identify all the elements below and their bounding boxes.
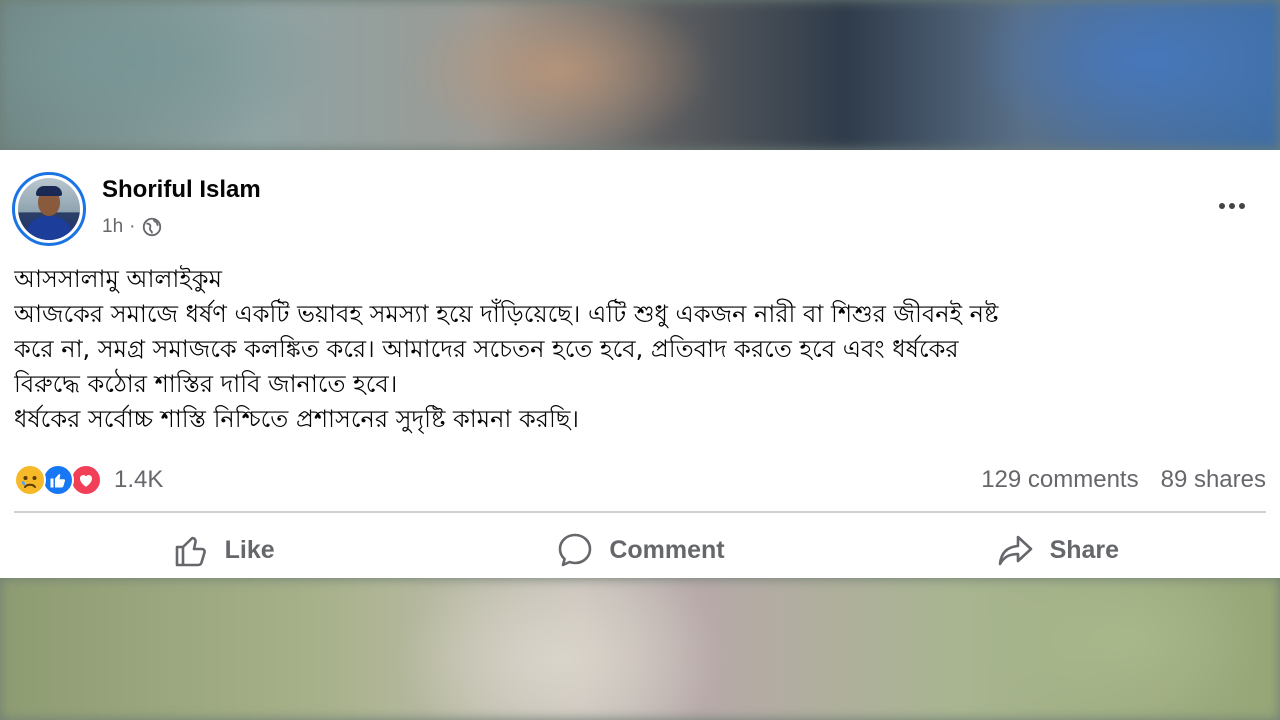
post-text-line: আজকের সমাজে ধর্ষণ একটি ভয়াবহ সমস্যা হয়… xyxy=(14,300,999,328)
like-button[interactable]: Like xyxy=(14,522,431,578)
post-stats: 129 comments 89 shares xyxy=(981,466,1266,494)
author-avatar[interactable] xyxy=(12,172,86,246)
author-name[interactable]: Shoriful Islam xyxy=(102,176,261,204)
post-text-line: করে না, সমগ্র সমাজকে কলঙ্কিত করে। আমাদের… xyxy=(14,335,959,363)
comment-icon xyxy=(559,533,592,567)
reactions-summary[interactable]: 1.4K xyxy=(14,464,163,496)
comment-label: Comment xyxy=(609,535,725,564)
shares-count[interactable]: 89 shares xyxy=(1161,466,1266,494)
love-reaction-icon xyxy=(70,464,102,496)
sad-reaction-icon xyxy=(14,464,46,496)
post-text-line: ধর্ষকের সর্বোচ্চ শাস্তি নিশ্চিতে প্রশাসন… xyxy=(14,405,579,433)
divider xyxy=(14,511,1266,513)
post-text-line: আসসালামু আলাইকুম xyxy=(14,265,222,293)
comment-button[interactable]: Comment xyxy=(431,522,848,578)
share-label: Share xyxy=(1049,535,1120,564)
background-image-top xyxy=(0,0,1280,150)
comments-count[interactable]: 129 comments xyxy=(981,466,1138,494)
reactions-count[interactable]: 1.4K xyxy=(114,466,163,494)
share-arrow-icon xyxy=(998,535,1032,566)
post-time[interactable]: 1h xyxy=(102,216,123,238)
globe-icon[interactable] xyxy=(141,216,163,238)
post-text: আসসালামু আলাইকুম আজকের সমাজে ধর্ষণ একটি … xyxy=(14,262,1264,437)
post-text-line: বিরুদ্ধে কঠোর শাস্তির দাবি জানাতে হবে। xyxy=(14,370,398,398)
post-actions-bar: Like Comment Share xyxy=(14,522,1266,578)
post-meta: 1h · xyxy=(102,216,163,238)
background-image-bottom xyxy=(0,578,1280,720)
more-horizontal-icon xyxy=(1219,203,1225,209)
meta-separator: · xyxy=(129,216,136,237)
more-options-button[interactable] xyxy=(1212,192,1252,220)
like-reaction-icon xyxy=(42,464,74,496)
share-button[interactable]: Share xyxy=(849,522,1266,578)
like-label: Like xyxy=(224,535,275,564)
thumbs-up-icon xyxy=(175,536,206,567)
avatar-photo xyxy=(18,178,80,240)
